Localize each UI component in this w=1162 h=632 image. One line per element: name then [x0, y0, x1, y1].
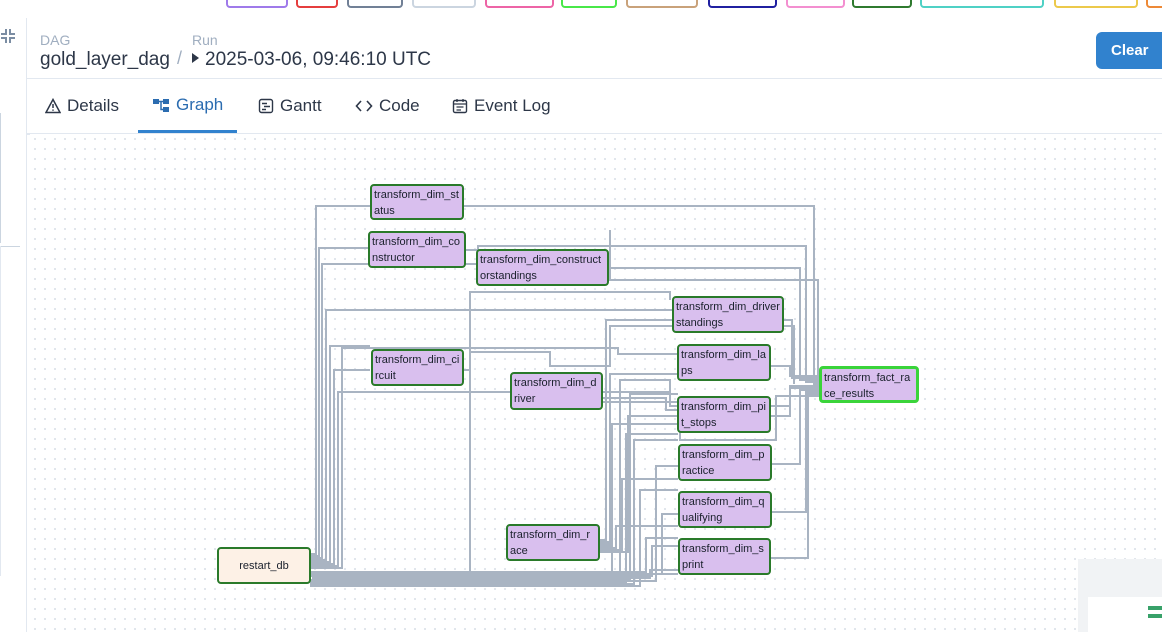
legend-chip[interactable]: [708, 0, 777, 8]
task-node-label: transform_fact_race_results: [824, 372, 911, 400]
edge: [770, 393, 820, 559]
code-icon: [355, 100, 373, 112]
tab-label: Gantt: [280, 96, 322, 115]
task-node-label: transform_dim_race: [510, 529, 591, 557]
task-node-transform-dim-practice[interactable]: transform_dim_practice: [678, 444, 772, 481]
task-node-transform-dim-race[interactable]: transform_dim_race: [506, 524, 600, 561]
breadcrumb-dag-kicker: DAG: [40, 32, 71, 48]
calendar-icon: [452, 99, 468, 114]
task-node-transform-dim-qualifying[interactable]: transform_dim_qualifying: [678, 491, 772, 528]
breadcrumb-dag[interactable]: DAG gold_layer_dag: [40, 32, 170, 72]
legend-chip[interactable]: [561, 0, 617, 8]
task-node-transform-dim-driverstandings[interactable]: transform_dim_driverstandings: [672, 296, 784, 333]
edge: [770, 389, 820, 465]
task-node-restart-db[interactable]: restart_db: [217, 547, 311, 584]
minimap-node-marker: [1148, 606, 1162, 610]
minimap-node-marker: [1148, 614, 1162, 618]
rail-divider: [0, 246, 20, 247]
gantt-icon: [258, 98, 274, 114]
breadcrumb-run[interactable]: Run 2025-03-06, 09:46:10 UTC: [192, 32, 431, 72]
legend-chip[interactable]: [1146, 0, 1162, 8]
rail-divider: [0, 246, 1, 576]
task-node-label: transform_dim_pit_stops: [681, 401, 766, 429]
legend-chip[interactable]: [412, 0, 476, 8]
tab-label: Details: [67, 96, 119, 115]
dag-name[interactable]: gold_layer_dag: [40, 48, 170, 72]
task-node-transform-dim-constructorstandings[interactable]: transform_dim_constructorstandings: [476, 249, 609, 286]
run-header: DAG gold_layer_dag / Run 2025-03-06, 09:…: [27, 18, 1162, 79]
tab-label: Event Log: [474, 96, 551, 115]
task-node-label: transform_dim_laps: [681, 349, 766, 377]
task-node-transform-dim-circuit[interactable]: transform_dim_circuit: [371, 349, 464, 386]
task-node-label: transform_dim_practice: [682, 449, 765, 477]
graph-icon: [153, 98, 169, 112]
edge: [602, 397, 678, 411]
edge: [312, 465, 678, 582]
task-node-transform-dim-laps[interactable]: transform_dim_laps: [677, 344, 771, 381]
left-rail: [0, 18, 27, 632]
task-node-label: transform_dim_driverstandings: [676, 301, 780, 329]
task-node-transform-dim-constructor[interactable]: transform_dim_constructor: [368, 231, 466, 268]
clear-button[interactable]: Clear: [1096, 32, 1162, 69]
tab-bar: Details Graph Gantt Code Event Log: [27, 79, 1162, 135]
task-node-label: transform_dim_constructor: [372, 236, 461, 264]
legend-chip[interactable]: [485, 0, 554, 8]
edge: [770, 391, 820, 513]
task-node-transform-dim-status[interactable]: transform_dim_status: [370, 184, 464, 220]
task-node-label: transform_dim_qualifying: [682, 496, 765, 524]
edge: [310, 263, 478, 559]
legend-chip[interactable]: [347, 0, 403, 8]
graph-canvas[interactable]: transform_dim_status transform_dim_const…: [30, 134, 1162, 632]
run-value[interactable]: 2025-03-06, 09:46:10 UTC: [192, 48, 431, 72]
breadcrumb-separator: /: [177, 48, 183, 68]
task-node-label: transform_dim_sprint: [682, 543, 764, 571]
state-legend: [0, 0, 1162, 18]
legend-chip[interactable]: [626, 0, 698, 8]
tab-label: Graph: [176, 94, 224, 114]
legend-chip[interactable]: [1054, 0, 1138, 8]
clear-button-label: Clear: [1111, 42, 1149, 59]
tab-label: Code: [379, 96, 420, 115]
legend-chip[interactable]: [920, 0, 1044, 8]
edge: [310, 391, 510, 567]
warning-triangle-icon: [45, 98, 61, 114]
task-node-transform-fact-race-results[interactable]: transform_fact_race_results: [819, 366, 919, 403]
task-node-transform-dim-sprint[interactable]: transform_dim_sprint: [678, 538, 771, 575]
tab-details[interactable]: Details: [45, 79, 119, 133]
task-node-label: restart_db: [239, 560, 289, 572]
tab-graph[interactable]: Graph: [138, 79, 238, 133]
collapse-icon[interactable]: [0, 28, 16, 44]
task-node-transform-dim-pit-stops[interactable]: transform_dim_pit_stops: [677, 396, 771, 433]
play-icon: [192, 52, 199, 63]
legend-chip[interactable]: [852, 0, 912, 8]
legend-chip[interactable]: [296, 0, 338, 8]
task-node-transform-dim-driver[interactable]: transform_dim_driver: [510, 372, 603, 410]
task-node-label: transform_dim_constructorstandings: [480, 254, 602, 282]
tab-gantt[interactable]: Gantt: [258, 79, 322, 133]
rail-divider: [0, 113, 1, 243]
task-node-label: transform_dim_driver: [514, 377, 597, 405]
tab-code[interactable]: Code: [355, 79, 420, 133]
run-timestamp: 2025-03-06, 09:46:10 UTC: [205, 49, 432, 70]
legend-chip[interactable]: [786, 0, 845, 8]
legend-chip[interactable]: [226, 0, 288, 8]
task-node-label: transform_dim_circuit: [375, 354, 460, 382]
tab-event-log[interactable]: Event Log: [452, 79, 551, 133]
breadcrumb-run-kicker: Run: [192, 32, 218, 48]
task-node-label: transform_dim_status: [374, 189, 459, 217]
